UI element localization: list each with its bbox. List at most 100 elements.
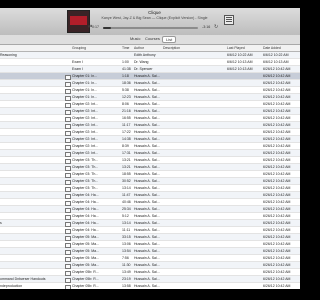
- table-row[interactable]: Chapter 03: Th... 13:21 Hussain A. Sai... 6…: [0, 164, 300, 171]
- row-time: 14:38: [122, 137, 131, 141]
- table-row[interactable]: Chapter 03: Th... 13:14 Hussain A. Sai... 6…: [0, 185, 300, 192]
- table-row[interactable]: Chapter 05b: R... 23:19 Hussain A. Sai... 6…: [0, 276, 300, 283]
- col-author[interactable]: Author: [134, 45, 144, 51]
- video-file-icon: [65, 200, 71, 206]
- table-row[interactable]: Chapter 04: Ha... 13:14 Hussain A. Sai... 6…: [0, 220, 300, 227]
- row-time: 11:47: [122, 193, 131, 197]
- col-time[interactable]: Time: [122, 45, 129, 51]
- video-file-icon: [65, 74, 71, 80]
- table-row[interactable]: Chapter 05: Ma... 11:30 Hussain A. Sai... 6…: [0, 262, 300, 269]
- row-title: Chapter 04: Ha...: [72, 214, 99, 218]
- row-date-added: 6/26/12 10:42 AM: [263, 277, 291, 281]
- row-date-added: 6/26/12 10:42 AM: [263, 242, 291, 246]
- table-row[interactable]: Exam I 41:38 Dr. Spencer 6/6/12 10:13 AM 6/2…: [0, 66, 300, 73]
- row-author: Hussain A. Sai...: [134, 186, 160, 190]
- row-time: 5:38: [122, 88, 129, 92]
- table-row[interactable]: Chapter 02: Int... 8:06 Hussain A. Sai... 6…: [0, 101, 300, 108]
- table-row[interactable]: Chapter 03: Th... 18:55 Hussain A. Sai... 6…: [0, 171, 300, 178]
- table-row[interactable]: Chapter 05: Ma... 13:06 Hussain A. Sai... 6…: [0, 241, 300, 248]
- row-time: 40:46: [122, 200, 131, 204]
- row-date-added: 6/26/12 10:42 AM: [263, 95, 291, 99]
- up-next-list-icon[interactable]: [224, 15, 234, 25]
- row-date-added: 6/26/12 10:42 AM: [263, 144, 291, 148]
- table-row[interactable]: Exam I 1:00 Dr. Wang 6/6/12 10:13 AM 6/6/12 …: [0, 59, 300, 66]
- row-date-added: 6/26/12 10:42 AM: [263, 179, 291, 183]
- view-tabs: Music Courses List: [0, 35, 300, 45]
- row-title: Chapter 01: In...: [72, 81, 98, 85]
- table-row[interactable]: Chapter 02: Int... 8:39 Hussain A. Sai... 6…: [0, 143, 300, 150]
- row-time: 12:23: [122, 95, 131, 99]
- row-author: Hussain A. Sai...: [134, 284, 160, 288]
- repeat-icon[interactable]: ↻: [214, 24, 218, 30]
- table-row[interactable]: Chapter 04: Ha... 5:12 Hussain A. Sai... 6/…: [0, 213, 300, 220]
- sidebar-item-label[interactable]: ndeproduction: [0, 283, 22, 289]
- table-row[interactable]: Chapter 05b: R... 13:49 Hussain A. Sai... 6…: [0, 269, 300, 276]
- video-file-icon: [65, 179, 71, 185]
- table-row[interactable]: Chapter 01: In... 12:23 Hussain A. Sai... 6…: [0, 94, 300, 101]
- row-date-added: 6/26/12 10:42 AM: [263, 88, 291, 92]
- table-row[interactable]: Chapter 04: Ha... 11:47 Hussain A. Sai... 6…: [0, 192, 300, 199]
- video-file-icon: [65, 242, 71, 248]
- table-row[interactable]: Chapter 01: In... 18:36 Hussain A. Sai... 6…: [0, 80, 300, 87]
- sidebar-item-label[interactable]: Reasoning: [0, 52, 17, 58]
- table-row[interactable]: Chapter 03: Th... 13:21 Hussain A. Sai... 6…: [0, 157, 300, 164]
- row-date-added: 6/26/12 10:42 AM: [263, 207, 291, 211]
- row-title: Chapter 02: Int...: [72, 151, 99, 155]
- row-title: Chapter 05: Ma...: [72, 235, 100, 239]
- row-title: Chapter 02: Int...: [72, 137, 99, 141]
- table-row[interactable]: Chapter 02: Int... 16:55 Hussain A. Sai...…: [0, 115, 300, 122]
- table-row[interactable]: Chapter 02: Int... 14:38 Hussain A. Sai...…: [0, 136, 300, 143]
- table-row[interactable]: Chapter 02: Int... 11:17 Hussain A. Sai...…: [0, 122, 300, 129]
- row-title: Chapter 04: Ha...: [72, 228, 99, 232]
- album-art-logo: [70, 16, 87, 25]
- tab-list[interactable]: List: [162, 36, 177, 43]
- progress-bar[interactable]: [103, 27, 198, 29]
- table-row[interactable]: Chapter 02: Int... 21:16 Hussain A. Sai...…: [0, 108, 300, 115]
- row-title: Chapter 05b: R...: [72, 284, 99, 288]
- col-description[interactable]: Description: [163, 45, 180, 51]
- tab-courses[interactable]: Courses: [142, 36, 163, 42]
- row-last-played: 6/6/12 10:13 AM: [227, 60, 253, 64]
- row-date-added: 6/26/12 10:42 AM: [263, 123, 291, 127]
- row-author: Hussain A. Sai...: [134, 88, 160, 92]
- table-row[interactable]: Chapter 04: Ha... 25:34 Hussain A. Sai... 6…: [0, 206, 300, 213]
- tab-music[interactable]: Music: [127, 36, 143, 42]
- album-art[interactable]: [67, 10, 90, 33]
- col-date-added[interactable]: Date Added: [263, 45, 281, 51]
- table-row[interactable]: Chapter 04: Ha... 11:11 Hussain A. Sai... 6…: [0, 227, 300, 234]
- table-row[interactable]: Chapter 04: Ha... 40:46 Hussain A. Sai... 6…: [0, 199, 300, 206]
- sidebar-item-label[interactable]: ommand Dnbwrser Handouts: [0, 276, 46, 282]
- col-grouping[interactable]: Grouping: [72, 45, 86, 51]
- row-author: Hussain A. Sai...: [134, 270, 160, 274]
- row-author: Hussain A. Sai...: [134, 151, 160, 155]
- row-date-added: 6/26/12 10:42 AM: [263, 221, 291, 225]
- row-title: Chapter 03: Th...: [72, 165, 99, 169]
- table-row[interactable]: Chapter 02: Int... 17:31 Hussain A. Sai...…: [0, 150, 300, 157]
- table-row[interactable]: Chapter 03: Th... 30:52 Hussain A. Sai... 6…: [0, 178, 300, 185]
- row-title: Chapter 02: Int...: [72, 116, 99, 120]
- video-file-icon: [65, 277, 71, 283]
- row-date-added: 6/26/12 10:42 AM: [263, 67, 291, 71]
- table-row[interactable]: Chapter 01: In... 5:38 Hussain A. Sai... 6/…: [0, 87, 300, 94]
- row-date-added: 6/26/12 10:42 AM: [263, 158, 291, 162]
- table-row[interactable]: Chapter 05: Ma... 33:15 Hussain A. Sai... 6…: [0, 234, 300, 241]
- row-author: Hussain A. Sai...: [134, 221, 160, 225]
- table-row[interactable]: Edith Anthony 6/6/12 10:22 AM 6/6/12 10:22…: [0, 52, 300, 59]
- row-time: 1:18: [122, 74, 129, 78]
- video-file-icon: [65, 165, 71, 171]
- sidebar-item-label[interactable]: s: [0, 220, 2, 226]
- table-row[interactable]: Chapter 02: Int... 17:22 Hussain A. Sai...…: [0, 129, 300, 136]
- row-author: Hussain A. Sai...: [134, 109, 160, 113]
- table-row[interactable]: Chapter 05: Ma... 7:56 Hussain A. Sai... 6/…: [0, 255, 300, 262]
- table-row[interactable]: Chapter 05: Ma... 13:54 Hussain A. Sai... 6…: [0, 248, 300, 255]
- row-title: Chapter 01: In...: [72, 88, 98, 92]
- row-time: 5:12: [122, 214, 129, 218]
- row-title: Chapter 02: Int...: [72, 102, 99, 106]
- row-author: Hussain A. Sai...: [134, 172, 160, 176]
- row-date-added: 6/26/12 10:42 AM: [263, 151, 291, 155]
- table-row[interactable]: Chapter 05b: R... 13:58 Hussain A. Sai... 6…: [0, 283, 300, 289]
- table-row[interactable]: Chapter 01: In... 1:18 Hussain A. Sai... 6/…: [0, 73, 300, 80]
- row-author: Hussain A. Sai...: [134, 242, 160, 246]
- col-last-played[interactable]: Last Played: [227, 45, 245, 51]
- progress-fill: [103, 27, 111, 29]
